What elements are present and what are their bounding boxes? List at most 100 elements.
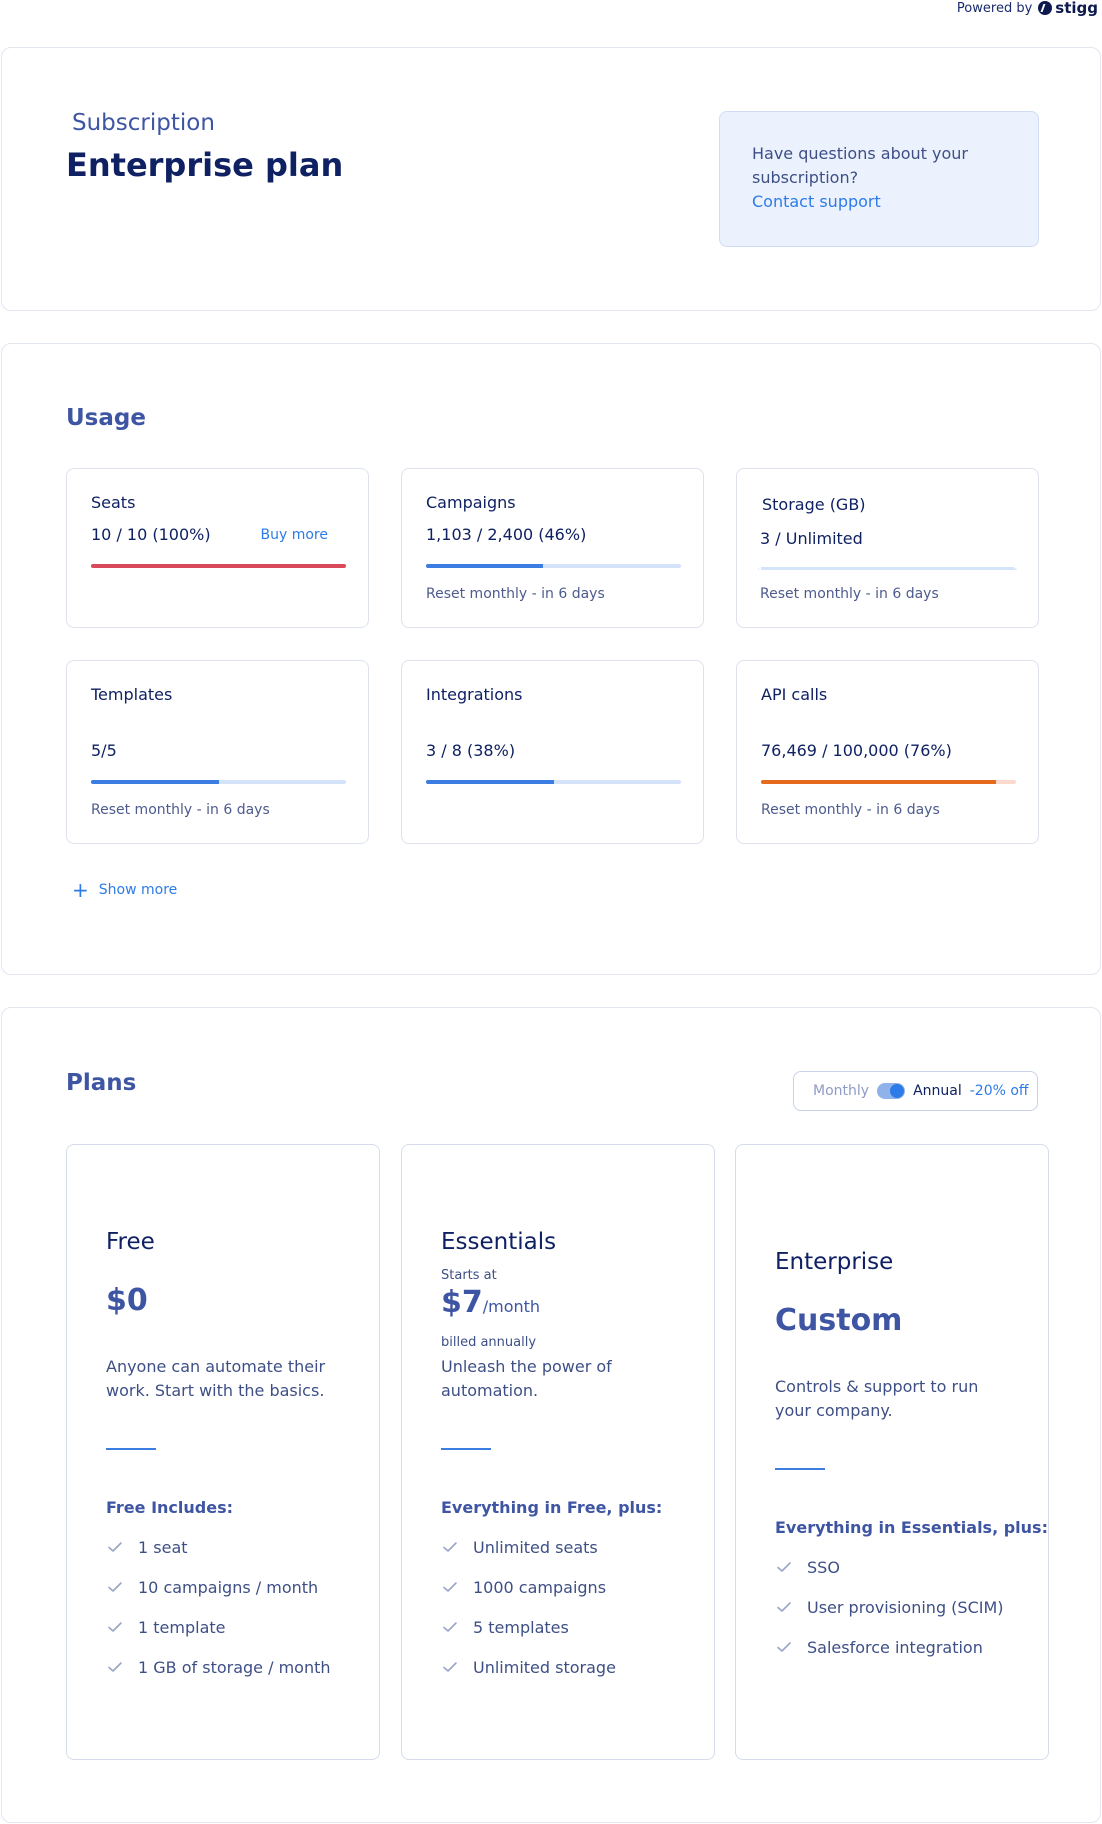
plan-description: Controls & support to run your company. [775, 1377, 979, 1420]
check-icon [108, 1622, 122, 1632]
usage-title: Usage [66, 405, 146, 431]
usage-item-name: API calls [761, 685, 828, 704]
plus-icon: + [72, 878, 89, 902]
plan-divider [106, 1448, 156, 1450]
check-icon [108, 1542, 122, 1552]
usage-item-storage: Storage (GB) 3 / Unlimited Reset monthly… [736, 468, 1039, 628]
powered-by-label: Powered by [956, 0, 1033, 16]
annual-discount-badge: -20% off [969, 1083, 1029, 1099]
plan-card-essentials[interactable]: Essentials Starts at $7/month billed ann… [401, 1144, 715, 1760]
plan-feature-text: 5 templates [473, 1618, 569, 1637]
plan-feature-text: 1000 campaigns [473, 1578, 607, 1597]
plan-name: Enterprise [775, 1249, 894, 1275]
plan-card-free[interactable]: Free $0 Anyone can automate their work. … [66, 1144, 380, 1760]
billing-period-toggle: Monthly Annual -20% off [793, 1071, 1038, 1111]
usage-item-name: Seats [91, 493, 136, 512]
plan-feature-item: User provisioning (SCIM) [775, 1598, 1004, 1638]
plan-feature-item: 10 campaigns / month [106, 1578, 331, 1618]
plan-starts-at: Starts at [441, 1268, 497, 1283]
show-more-label: Show more [98, 882, 178, 898]
plan-feature-text: SSO [807, 1558, 840, 1577]
plan-feature-item: 1 GB of storage / month [106, 1658, 331, 1698]
stigg-logo-icon [1038, 1, 1053, 15]
plan-price: $0 [106, 1283, 148, 1318]
plans-card: Plans Monthly Annual -20% off Free $0 An… [1, 1007, 1101, 1823]
usage-item-name: Integrations [426, 685, 523, 704]
check-icon [777, 1602, 791, 1612]
plans-title: Plans [66, 1070, 137, 1096]
buy-more-link[interactable]: Buy more [261, 527, 328, 543]
usage-item-value: 76,469 / 100,000 (76%) [761, 741, 952, 760]
plan-description: Anyone can automate their work. Start wi… [106, 1357, 326, 1400]
usage-item-campaigns: Campaigns 1,103 / 2,400 (46%) Reset mont… [401, 468, 704, 628]
plan-feature-text: Unlimited storage [473, 1658, 616, 1677]
plan-feature-item: SSO [775, 1558, 1004, 1598]
plan-feature-list: 1 seat 10 campaigns / month 1 template 1 GB… [106, 1538, 331, 1698]
usage-item-value: 10 / 10 (100%) [91, 525, 211, 544]
plan-name: Free [106, 1229, 155, 1255]
plan-feature-text: 1 template [138, 1618, 226, 1637]
plan-feature-text: Salesforce integration [807, 1638, 983, 1657]
plan-feature-item: Unlimited storage [441, 1658, 616, 1698]
plan-feature-text: 1 GB of storage / month [138, 1658, 331, 1677]
usage-item-value: 1,103 / 2,400 (46%) [426, 525, 587, 544]
plan-card-enterprise[interactable]: Enterprise Custom Controls & support to … [735, 1144, 1049, 1760]
plan-feature-text: 10 campaigns / month [138, 1578, 319, 1597]
usage-progress-bar [761, 780, 1016, 784]
support-text: Have questions about your subscription? [752, 144, 969, 187]
plan-feature-item: 5 templates [441, 1618, 616, 1658]
plan-divider [441, 1448, 491, 1450]
stigg-logo[interactable]: stigg [1038, 0, 1098, 17]
usage-progress-bar [426, 780, 681, 784]
usage-reset-text: Reset monthly - in 6 days [761, 802, 940, 818]
usage-progress-fill [761, 780, 996, 784]
plan-divider [775, 1468, 825, 1470]
plan-feature-text: Unlimited seats [473, 1538, 598, 1557]
usage-item-value: 5/5 [91, 741, 117, 760]
show-more-button[interactable]: + Show more [72, 878, 178, 902]
usage-progress-bar [91, 564, 346, 568]
usage-item-value: 3 / Unlimited [760, 529, 863, 548]
contact-support-link[interactable]: Contact support [752, 190, 1006, 214]
plan-name: Essentials [441, 1229, 557, 1255]
plan-feature-item: Unlimited seats [441, 1538, 616, 1578]
usage-progress-fill [91, 780, 219, 784]
usage-unlimited-bar [758, 567, 1017, 570]
support-box: Have questions about your subscription? … [719, 111, 1039, 247]
check-icon [443, 1622, 457, 1632]
usage-item-seats: Seats 10 / 10 (100%) Buy more [66, 468, 369, 628]
usage-progress-fill [426, 564, 544, 568]
plan-feature-item: 1 template [106, 1618, 331, 1658]
usage-progress-fill [426, 780, 554, 784]
plan-feature-item: 1 seat [106, 1538, 331, 1578]
usage-item-value: 3 / 8 (38%) [426, 741, 516, 760]
plan-feature-text: 1 seat [138, 1538, 188, 1557]
usage-reset-text: Reset monthly - in 6 days [91, 802, 270, 818]
plan-price: Custom [775, 1303, 903, 1338]
usage-item-integrations: Integrations 3 / 8 (38%) [401, 660, 704, 844]
plan-name: Enterprise plan [66, 146, 344, 184]
check-icon [777, 1562, 791, 1572]
check-icon [443, 1662, 457, 1672]
plan-price-amount: $7 [441, 1285, 483, 1320]
usage-progress-fill [91, 564, 346, 568]
check-icon [443, 1542, 457, 1552]
usage-reset-text: Reset monthly - in 6 days [426, 586, 605, 602]
usage-item-api-calls: API calls 76,469 / 100,000 (76%) Reset m… [736, 660, 1039, 844]
usage-progress-bar [426, 564, 681, 568]
plan-feature-item: 1000 campaigns [441, 1578, 616, 1618]
usage-progress-bar [91, 780, 346, 784]
monthly-option[interactable]: Monthly [813, 1083, 869, 1099]
plan-feature-item: Salesforce integration [775, 1638, 1004, 1678]
plan-description: Unleash the power of automation. [441, 1357, 612, 1400]
billing-period-switch[interactable] [877, 1083, 906, 1099]
plan-price: $7/month [441, 1285, 540, 1320]
plan-price-unit: /month [482, 1297, 541, 1316]
annual-option[interactable]: Annual [913, 1083, 962, 1099]
usage-item-name: Campaigns [426, 493, 516, 512]
plan-includes-title: Free Includes: [106, 1498, 233, 1517]
usage-reset-text: Reset monthly - in 6 days [760, 586, 939, 602]
subscription-card: Subscription Enterprise plan Have questi… [1, 47, 1101, 311]
plan-billed-text: billed annually [441, 1335, 537, 1350]
usage-card: Usage Seats 10 / 10 (100%) Buy more Camp… [1, 343, 1101, 975]
